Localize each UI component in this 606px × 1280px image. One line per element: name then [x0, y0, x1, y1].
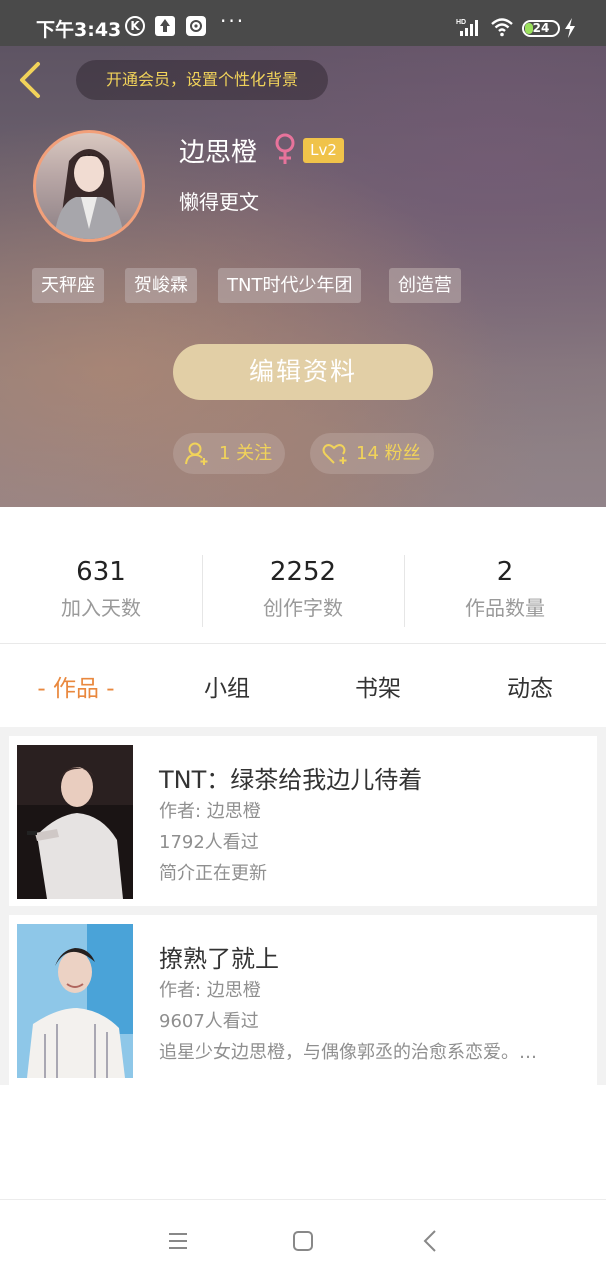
- level-badge: Lv2: [303, 138, 344, 163]
- more-notifications-icon: ···: [220, 9, 246, 33]
- stat-label: 加入天数: [61, 596, 141, 620]
- work-title: 撩熟了就上: [159, 945, 279, 973]
- stat-work-count: 2 作品数量: [404, 557, 606, 621]
- status-bar: 下午3:43 K ··· HD 24: [0, 0, 606, 46]
- menu-icon[interactable]: [163, 1226, 193, 1256]
- signature: 懒得更文: [179, 190, 259, 214]
- signal-icon: HD: [456, 19, 478, 36]
- works-list: TNT：绿茶给我边儿待着 作者: 边思橙 1792人看过 简介正在更新 撩熟了就…: [0, 727, 606, 1085]
- back-icon[interactable]: [416, 1226, 446, 1256]
- profile-header: 开通会员，设置个性化背景 边思橙 Lv2 懒得更文 天秤座 贺峻霖 TNT时代少…: [0, 46, 606, 507]
- vip-background-button[interactable]: 开通会员，设置个性化背景: [76, 60, 328, 100]
- upload-icon: [155, 16, 175, 36]
- svg-text:HD: HD: [456, 19, 466, 26]
- work-cover-image: [17, 745, 133, 899]
- tab-bookshelf[interactable]: 书架: [318, 669, 438, 703]
- work-views: 1792人看过: [159, 832, 259, 853]
- system-nav-bar: [0, 1199, 606, 1280]
- work-cover-image: [17, 924, 133, 1078]
- tab-works[interactable]: - 作品 -: [16, 669, 136, 703]
- work-author: 作者: 边思橙: [159, 980, 261, 1001]
- work-intro: 追星少女边思橙，与偶像郭丞的治愈系恋爱。…: [159, 1042, 537, 1063]
- following-label: 1 关注: [219, 443, 273, 464]
- stat-word-count: 2252 创作字数: [202, 557, 404, 621]
- fans-button[interactable]: 14 粉丝: [310, 433, 434, 474]
- status-time: 下午3:43: [36, 19, 122, 41]
- work-card[interactable]: 撩熟了就上 作者: 边思橙 9607人看过 追星少女边思橙，与偶像郭丞的治愈系恋…: [9, 915, 597, 1085]
- tab-activity[interactable]: 动态: [470, 669, 590, 703]
- stat-label: 作品数量: [465, 596, 545, 620]
- female-icon: [275, 133, 295, 164]
- avatar[interactable]: [33, 130, 145, 242]
- battery-text: 24: [532, 21, 550, 35]
- k-app-icon: K: [125, 16, 145, 36]
- battery-icon: 24: [522, 20, 560, 37]
- work-title: TNT：绿茶给我边儿待着: [159, 766, 423, 794]
- work-card[interactable]: TNT：绿茶给我边儿待着 作者: 边思橙 1792人看过 简介正在更新: [9, 736, 597, 906]
- work-views: 9607人看过: [159, 1011, 259, 1032]
- work-author: 作者: 边思橙: [159, 801, 261, 822]
- heart-add-icon: [322, 444, 347, 464]
- edit-profile-button[interactable]: 编辑资料: [173, 344, 433, 400]
- charging-icon: [565, 18, 575, 38]
- home-icon[interactable]: [288, 1226, 318, 1256]
- stat-label: 创作字数: [263, 596, 343, 620]
- battery-level: [525, 23, 533, 34]
- wifi-icon: [491, 18, 513, 37]
- following-button[interactable]: 1 关注: [173, 433, 285, 474]
- avatar-photo: [54, 149, 124, 239]
- work-intro: 简介正在更新: [159, 863, 267, 884]
- user-add-icon: [185, 442, 208, 465]
- profile-tabs: - 作品 - 小组 书架 动态: [0, 645, 606, 727]
- tag[interactable]: 创造营: [389, 268, 461, 303]
- app-notification-icon: [186, 16, 206, 36]
- stat-value: 2252: [269, 557, 337, 587]
- stats-row: 631 加入天数 2252 创作字数 2 作品数量: [0, 507, 606, 644]
- stat-join-days: 631 加入天数: [0, 557, 202, 621]
- tab-groups[interactable]: 小组: [167, 669, 287, 703]
- tag[interactable]: 贺峻霖: [125, 268, 197, 303]
- stat-value: 631: [76, 557, 126, 587]
- stat-value: 2: [496, 557, 514, 587]
- tag[interactable]: TNT时代少年团: [218, 268, 362, 303]
- tag[interactable]: 天秤座: [32, 268, 104, 303]
- fans-label: 14 粉丝: [356, 443, 421, 464]
- username: 边思橙: [179, 138, 258, 168]
- back-button[interactable]: [14, 60, 50, 100]
